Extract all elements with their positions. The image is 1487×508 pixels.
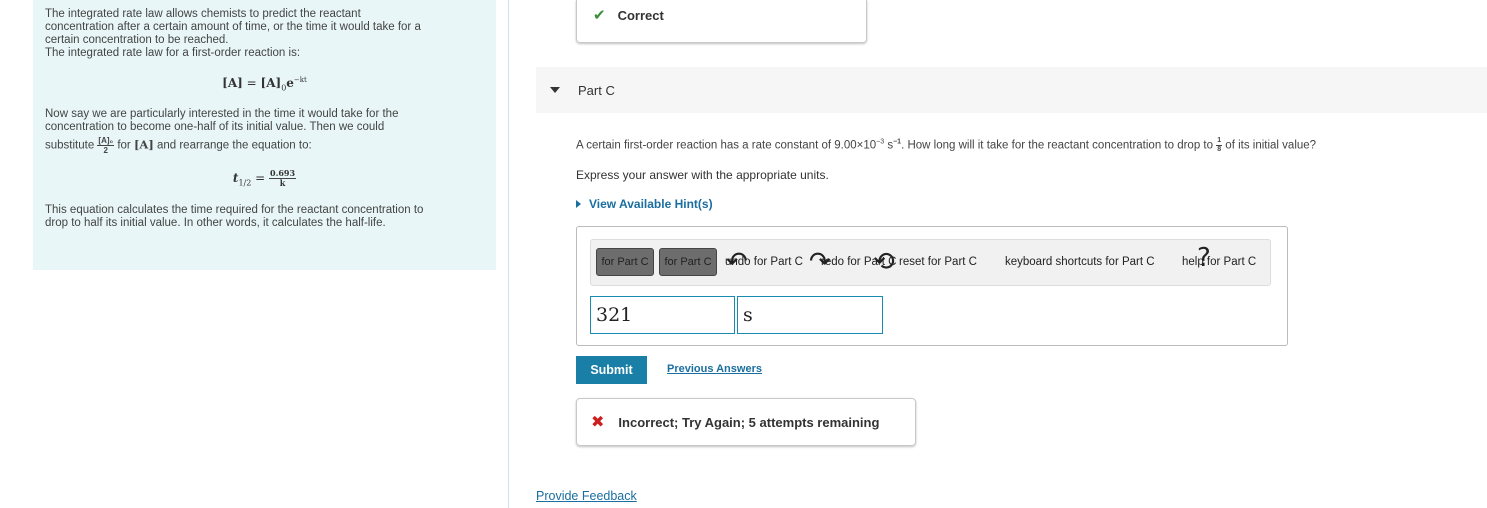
info-text: The integrated rate law for a first-orde… — [45, 47, 301, 59]
half-concentration-fraction: [A]₀ 2 — [97, 136, 115, 156]
info-text: This equation calculates the time requir… — [45, 203, 424, 216]
answer-box: for Part C for Part C ↶ undo for Part C … — [576, 226, 1288, 346]
info-panel: The integrated rate law allows chemists … — [33, 0, 496, 270]
correct-feedback-text: Correct — [617, 7, 664, 23]
incorrect-feedback-text: Incorrect; Try Again; 5 attempts remaini… — [618, 414, 880, 430]
undo-button[interactable]: undo for Part C — [725, 256, 803, 268]
info-text: Now say we are particularly interested i… — [45, 108, 399, 121]
submit-button[interactable]: Submit — [576, 356, 647, 384]
express-instruction: Express your answer with the appropriate… — [576, 168, 829, 182]
info-text: certain concentration to be reached. — [45, 34, 229, 46]
units-button[interactable]: for Part C — [659, 248, 717, 276]
templates-button[interactable]: for Part C — [596, 248, 654, 276]
answer-toolbar: for Part C for Part C ↶ undo for Part C … — [590, 239, 1271, 286]
incorrect-feedback: ✖ Incorrect; Try Again; 5 attempts remai… — [576, 398, 916, 446]
view-hints-link[interactable]: View Available Hint(s) — [576, 197, 713, 211]
info-text: substitute [A]₀ 2 for [A] and rearrange t… — [45, 136, 312, 156]
correct-feedback: ✔ Correct — [576, 0, 867, 43]
x-mark-icon: ✖ — [591, 414, 605, 431]
part-label: Part C — [578, 82, 615, 98]
checkmark-icon: ✔ — [593, 7, 606, 24]
part-c-header[interactable]: Part C — [536, 67, 1487, 113]
help-button[interactable]: help for Part C — [1182, 256, 1256, 268]
answer-value-input[interactable]: 321 — [590, 296, 735, 334]
question-text: A certain first-order reaction has a rat… — [576, 137, 1317, 153]
info-text: The integrated rate law allows chemists … — [45, 8, 361, 20]
previous-answers-link[interactable]: Previous Answers — [667, 363, 762, 375]
integrated-rate-law-equation: [A] = [A]0e−kt — [222, 76, 307, 93]
half-life-equation: t1/2 = 0.693 k — [232, 168, 297, 189]
keyboard-shortcuts-button[interactable]: keyboard shortcuts for Part C — [1005, 256, 1155, 268]
info-text: concentration to become one-half of its … — [45, 121, 385, 134]
caret-right-icon — [576, 200, 581, 208]
provide-feedback-link[interactable]: Provide Feedback — [536, 489, 637, 503]
info-text: drop to half its initial value. In other… — [45, 216, 386, 229]
column-divider — [508, 0, 509, 508]
reset-button[interactable]: reset for Part C — [899, 256, 977, 268]
reset-icon: ⟲ — [873, 247, 895, 277]
caret-down-icon — [550, 87, 560, 93]
answer-units-input[interactable]: s — [737, 296, 883, 334]
info-text: concentration after a certain amount of … — [45, 21, 421, 33]
